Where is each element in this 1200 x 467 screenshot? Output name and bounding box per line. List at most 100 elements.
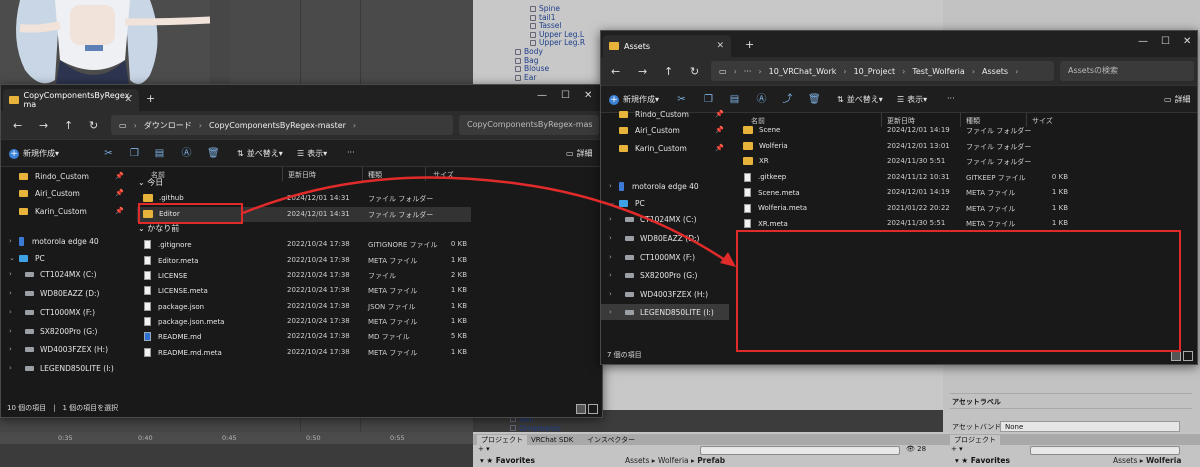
tab-inspector[interactable]: インスペクター <box>583 435 639 445</box>
favorites-item[interactable]: ▾ ★ Favorites <box>480 456 535 467</box>
nav-item[interactable]: › CT1024MX (C:) <box>601 211 729 227</box>
cut-icon[interactable]: ✂ <box>676 94 687 105</box>
nav-item[interactable]: Airi_Custom 📌 <box>1 185 129 201</box>
forward-button[interactable]: → <box>39 119 48 132</box>
back-button[interactable]: ← <box>13 119 22 132</box>
nav-item[interactable]: › SX8200Pro (G:) <box>601 267 729 283</box>
file-row[interactable]: package.json 2022/10/24 17:38 JSON ファイル 1 K… <box>137 299 471 314</box>
share-icon[interactable]: ⤴ <box>782 94 793 105</box>
nav-item[interactable]: Karin_Custom 📌 <box>601 140 729 156</box>
crumb[interactable]: Assets <box>625 456 649 465</box>
nav-item[interactable]: › SX8200Pro (G:) <box>1 323 129 339</box>
chevron-right-icon[interactable]: › <box>609 308 619 316</box>
up-button[interactable]: ↑ <box>664 65 673 78</box>
address-bar[interactable]: ▭ › ··· › 10_VRChat_Work › 10_Project › Test… <box>711 61 1054 81</box>
file-row[interactable]: .gitkeep 2024/11/12 10:31 GITKEEP ファイル 0 KB <box>737 170 1072 185</box>
group-header[interactable]: ⌄ かなり前 <box>138 223 179 234</box>
tiles-view-icon[interactable] <box>1183 351 1193 361</box>
nav-item[interactable]: ⌄ PC <box>1 250 129 266</box>
nav-item[interactable]: Rindo_Custom 📌 <box>601 106 729 122</box>
more-button[interactable]: ··· <box>347 148 355 157</box>
chevron-right-icon[interactable]: › <box>609 182 619 190</box>
forward-button[interactable]: → <box>638 65 647 78</box>
copy-icon[interactable]: ❐ <box>703 94 714 105</box>
file-row[interactable]: LICENSE.meta 2022/10/24 17:38 META ファイル 1 K… <box>137 283 471 298</box>
file-row[interactable]: README.md 2022/10/24 17:38 MD ファイル 5 KB <box>137 329 471 344</box>
project-search-input[interactable] <box>700 446 900 455</box>
project-search-input-right[interactable] <box>1030 446 1180 455</box>
breadcrumb-item[interactable]: 10_Project <box>854 67 896 76</box>
breadcrumb-item[interactable]: Assets <box>982 67 1008 76</box>
sort-button[interactable]: ⇅ 並べ替え ▾ <box>237 148 283 159</box>
file-row[interactable]: XR.meta 2024/11/30 5:51 META ファイル 1 KB <box>737 216 1072 231</box>
tab-vrchat-sdk[interactable]: VRChat SDK <box>527 435 577 445</box>
nav-item[interactable]: ⌄ PC <box>601 195 729 211</box>
new-button[interactable]: + 新規作成 ▾ <box>9 148 59 159</box>
close-button[interactable]: ✕ <box>1183 36 1191 47</box>
chevron-down-icon[interactable]: ⌄ <box>609 199 619 207</box>
crumb[interactable]: Assets <box>1113 456 1137 465</box>
maximize-button[interactable]: ☐ <box>1161 36 1170 47</box>
close-tab-icon[interactable]: ✕ <box>716 41 724 51</box>
delete-icon[interactable]: 🗑 <box>207 148 220 159</box>
group-header[interactable]: ⌄ 今日 <box>138 177 163 188</box>
minimize-button[interactable]: — <box>1138 36 1148 47</box>
tab-project[interactable]: プロジェクト <box>477 435 527 445</box>
timeline-ruler[interactable]: 0:35 0:40 0:45 0:50 0:55 <box>0 432 473 444</box>
chevron-right-icon[interactable]: › <box>9 308 19 316</box>
view-button[interactable]: ☰ 表示 ▾ <box>897 94 927 105</box>
breadcrumb-overflow[interactable]: ··· <box>744 67 752 76</box>
hierarchy-item[interactable]: Ear <box>515 73 536 82</box>
breadcrumb-item[interactable]: CopyComponentsByRegex-master <box>209 121 346 130</box>
explorer-tab[interactable]: Assets ✕ <box>603 35 731 57</box>
chevron-down-icon[interactable]: ⌄ <box>9 254 19 262</box>
details-button[interactable]: ▭ 詳細 <box>566 148 593 159</box>
tiles-view-icon[interactable] <box>588 404 598 414</box>
column-date[interactable]: 更新日時 <box>288 170 316 180</box>
explorer-tab[interactable]: CopyComponentsByRegex-ma ✕ <box>3 89 139 111</box>
chevron-right-icon[interactable]: › <box>9 270 19 278</box>
nav-item[interactable]: › WD80EAZZ (D:) <box>601 230 729 246</box>
chevron-down-icon[interactable]: ⌄ <box>138 178 147 187</box>
nav-item[interactable]: Airi_Custom 📌 <box>601 122 729 138</box>
breadcrumb-item[interactable]: ダウンロード <box>144 120 192 131</box>
file-row[interactable]: Wolferia.meta 2021/01/22 20:22 META ファイル 1 … <box>737 201 1072 216</box>
crumb[interactable]: Prefab <box>697 456 725 465</box>
new-button[interactable]: + 新規作成 ▾ <box>609 94 659 105</box>
chevron-right-icon[interactable]: › <box>9 345 19 353</box>
file-row[interactable]: Scene 2024/12/01 14:19 ファイル フォルダー <box>737 123 1072 138</box>
file-row[interactable]: .gitignore 2022/10/24 17:38 GITIGNORE ファイル… <box>137 237 471 252</box>
add-button[interactable]: + ▾ <box>478 445 490 455</box>
paste-icon[interactable]: ▤ <box>729 94 740 105</box>
tab-project-right[interactable]: プロジェクト <box>950 435 1000 445</box>
chevron-right-icon[interactable]: › <box>609 290 619 298</box>
nav-item[interactable]: › CT1000MX (F:) <box>1 304 129 320</box>
nav-item[interactable]: › LEGEND850LITE (I:) <box>601 304 729 320</box>
nav-item[interactable]: › WD4003FZEX (H:) <box>601 286 729 302</box>
favorites-item-right[interactable]: ▾ ★ Favorites <box>955 456 1010 467</box>
refresh-button[interactable]: ↻ <box>89 119 98 132</box>
chevron-down-icon[interactable]: ⌄ <box>138 224 147 233</box>
close-button[interactable]: ✕ <box>584 90 592 101</box>
delete-icon[interactable]: 🗑 <box>808 94 821 105</box>
nav-item[interactable]: › motorola edge 40 <box>601 178 729 194</box>
chevron-right-icon[interactable]: › <box>9 327 19 335</box>
nav-item[interactable]: › LEGEND850LITE (I:) <box>1 360 129 376</box>
maximize-button[interactable]: ☐ <box>561 90 570 101</box>
paste-icon[interactable]: ▤ <box>154 148 165 159</box>
copy-icon[interactable]: ❐ <box>129 148 140 159</box>
file-row[interactable]: XR 2024/11/30 5:51 ファイル フォルダー <box>737 154 1072 169</box>
crumb[interactable]: Wolferia <box>1146 456 1181 465</box>
up-button[interactable]: ↑ <box>64 119 73 132</box>
file-row[interactable]: README.md.meta 2022/10/24 17:38 META ファイル 1… <box>137 345 471 360</box>
refresh-button[interactable]: ↻ <box>690 65 699 78</box>
chevron-right-icon[interactable]: › <box>9 364 19 372</box>
chevron-right-icon[interactable]: › <box>609 234 619 242</box>
address-bar[interactable]: ▭ › ダウンロード › CopyComponentsByRegex-master › <box>111 115 453 135</box>
new-tab-button[interactable]: + <box>146 92 155 105</box>
back-button[interactable]: ← <box>611 65 620 78</box>
sort-button[interactable]: ⇅ 並べ替え ▾ <box>837 94 883 105</box>
asset-bundle-select[interactable]: None <box>1000 421 1180 432</box>
details-view-icon[interactable] <box>576 404 586 414</box>
nav-item[interactable]: › WD4003FZEX (H:) <box>1 341 129 357</box>
